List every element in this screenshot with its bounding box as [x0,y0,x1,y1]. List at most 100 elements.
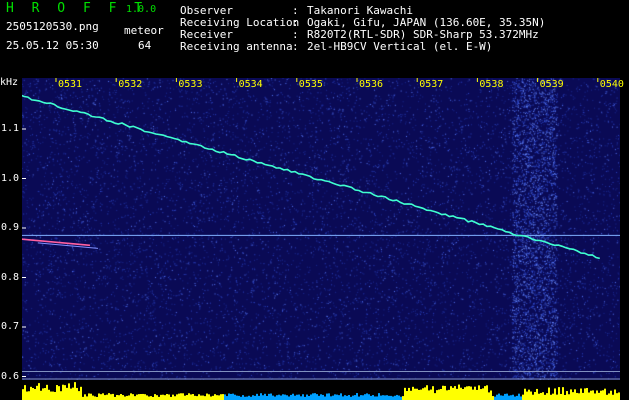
signal-level-column [142,393,144,400]
signal-level-column [212,395,214,400]
signal-level-column [98,393,100,400]
signal-level-column [594,393,596,400]
signal-level-column [522,394,524,400]
signal-level-column [508,395,510,400]
signal-level-column [394,395,396,400]
signal-level-column [68,383,70,400]
signal-level-column [88,393,90,400]
signal-level-column [348,395,350,400]
signal-level-column [576,392,578,400]
signal-level-column [132,394,134,400]
signal-level-column [472,389,474,400]
signal-level-column [282,394,284,400]
signal-level-column [156,395,158,400]
signal-level-column [342,396,344,400]
signal-level-column [64,385,66,400]
signal-level-column [274,396,276,400]
signal-level-column [452,387,454,400]
signal-level-column [464,387,466,400]
signal-level-column [224,394,226,400]
time-axis: 0531 0532 0533 0534 0535 0536 0537 0538 0539 0540 [22,78,624,92]
signal-level-column [176,394,178,400]
frequency-tick-label: 0.9 [1,222,20,233]
signal-level-column [216,395,218,400]
signal-level-column [608,393,610,400]
signal-level-column [194,395,196,400]
time-tick-label: 0540 [599,79,624,90]
signal-level-column [228,393,230,400]
signal-level-column [442,385,444,400]
signal-level-column [210,396,212,400]
signal-level-column [268,393,270,400]
meteor-count: 64 [138,39,152,52]
signal-level-column [358,396,360,400]
signal-level-column [80,386,82,400]
signal-level-column [290,394,292,400]
signal-level-column [52,391,54,400]
signal-level-column [264,393,266,400]
signal-level-column [486,385,488,400]
signal-level-column [42,388,44,400]
time-tick-label: 0538 [479,79,504,90]
signal-level-column [234,394,236,400]
signal-level-column [510,395,512,400]
signal-level-column [326,393,328,400]
signal-level-column [84,394,86,400]
signal-level-column [496,394,498,400]
signal-level-column [196,396,198,400]
signal-level-column [334,394,336,400]
signal-level-column [130,393,132,400]
signal-level-column [388,395,390,400]
signal-level-column [446,390,448,400]
signal-level-column [258,395,260,400]
signal-level-column [404,387,406,400]
signal-level-column [72,387,74,400]
signal-level-column [308,395,310,400]
signal-level-column [604,388,606,400]
signal-level-column [164,395,166,400]
signal-level-column [516,395,518,400]
signal-level-column [574,389,576,400]
signal-level-column [222,394,224,400]
signal-level-column [580,388,582,400]
info-value-antenna: 2el-HB9CV Vertical (el. E-W) [307,40,493,53]
signal-level-column [280,395,282,400]
signal-level-column [24,385,26,400]
signal-level-column [432,386,434,400]
signal-level-column [346,395,348,400]
signal-level-bar [22,380,620,400]
signal-level-column [540,392,542,400]
signal-level-column [154,394,156,400]
signal-level-column [582,392,584,400]
signal-level-column [248,395,250,400]
signal-level-column [100,394,102,400]
signal-level-column [372,395,374,400]
signal-level-column [498,393,500,400]
signal-level-column [46,384,48,400]
signal-level-column [588,392,590,400]
info-colon: : [292,40,299,53]
signal-level-column [562,387,564,400]
signal-level-column [536,388,538,400]
signal-level-column [416,388,418,400]
signal-level-column [296,394,298,400]
signal-level-column [144,394,146,400]
signal-level-column [140,394,142,400]
signal-level-column [338,395,340,400]
time-tick-label: 0536 [359,79,384,90]
signal-level-column [128,395,130,400]
signal-level-column [474,386,476,400]
signal-level-column [456,388,458,400]
signal-level-column [488,392,490,400]
file-name: 2505120530.png [6,20,99,33]
signal-level-column [552,393,554,400]
signal-level-column [412,386,414,400]
meteor-label: meteor [124,24,164,37]
signal-level-column [560,393,562,400]
signal-level-column [542,392,544,400]
signal-level-column [558,387,560,400]
signal-level-column [62,384,64,400]
signal-level-column [214,394,216,400]
signal-level-column [340,393,342,400]
signal-level-column [202,395,204,400]
